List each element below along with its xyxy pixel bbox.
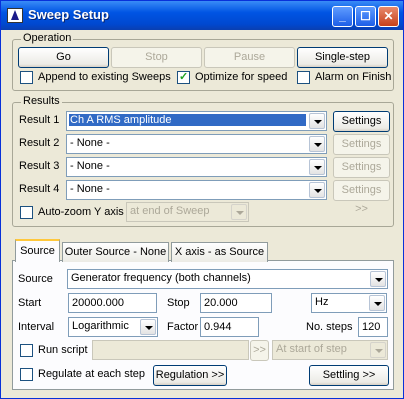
- result-4-label: Result 4: [19, 183, 60, 195]
- optimize-label: Optimize for speed: [195, 71, 288, 83]
- chevron-down-icon[interactable]: [369, 295, 385, 311]
- result-3-label: Result 3: [19, 160, 60, 172]
- result-3-settings-button[interactable]: Settings >>: [333, 157, 390, 192]
- result-2-label: Result 2: [19, 137, 60, 149]
- chevron-down-icon[interactable]: [309, 136, 325, 152]
- source-select[interactable]: Generator frequency (both channels): [67, 269, 388, 289]
- tab-source[interactable]: Source: [15, 239, 60, 262]
- results-group-label: Results: [21, 95, 62, 107]
- unit-select[interactable]: Hz: [311, 293, 387, 313]
- sweep-setup-window: Sweep Setup _ ☐ ✕ Operation Go Stop Paus…: [0, 0, 404, 399]
- go-button[interactable]: Go: [18, 47, 109, 68]
- result-4-settings-button[interactable]: Settings >>: [333, 180, 390, 215]
- source-value: Generator frequency (both channels): [71, 272, 251, 284]
- chevron-down-icon[interactable]: [309, 182, 325, 198]
- source-label: Source: [18, 273, 53, 285]
- unit-value: Hz: [315, 296, 329, 308]
- result-3-value: - None -: [70, 160, 110, 172]
- steps-label: No. steps: [306, 321, 353, 333]
- settling-button[interactable]: Settling >>: [309, 365, 389, 386]
- autozoom-checkbox[interactable]: [20, 206, 33, 219]
- append-checkbox[interactable]: [20, 71, 33, 84]
- alarm-label: Alarm on Finish: [315, 71, 392, 83]
- autozoom-when-select[interactable]: at end of Sweep: [126, 202, 249, 222]
- close-button[interactable]: ✕: [378, 6, 399, 27]
- chevron-down-icon[interactable]: [140, 319, 156, 335]
- chevron-down-icon[interactable]: [309, 113, 325, 129]
- result-2-settings-button[interactable]: Settings >>: [333, 134, 390, 169]
- chevron-down-icon[interactable]: [370, 342, 386, 358]
- regulate-checkbox[interactable]: [20, 368, 33, 381]
- pause-button[interactable]: Pause: [204, 47, 295, 68]
- alarm-checkbox[interactable]: [297, 71, 310, 84]
- maximize-button[interactable]: ☐: [355, 6, 376, 27]
- close-icon: ✕: [383, 9, 394, 23]
- chevron-down-icon[interactable]: [231, 204, 247, 220]
- result-4-select[interactable]: - None -: [66, 180, 327, 200]
- factor-label: Factor: [167, 321, 199, 333]
- start-field[interactable]: 20000.000: [68, 293, 157, 313]
- run-script-label: Run script: [38, 344, 88, 356]
- factor-field[interactable]: 0.944: [200, 317, 259, 337]
- operation-group-label: Operation: [21, 32, 74, 44]
- result-1-settings-button[interactable]: Settings >>: [333, 111, 390, 146]
- result-1-value: Ch A RMS amplitude: [69, 114, 306, 126]
- minimize-icon: _: [339, 9, 346, 23]
- script-path-field[interactable]: [92, 340, 249, 360]
- run-script-checkbox[interactable]: [20, 344, 33, 357]
- result-3-select[interactable]: - None -: [66, 157, 327, 177]
- maximize-icon: ☐: [360, 9, 371, 23]
- tab-outer-source[interactable]: Outer Source - None: [62, 242, 169, 262]
- stop-button[interactable]: Stop: [111, 47, 202, 68]
- result-1-select[interactable]: Ch A RMS amplitude: [66, 111, 327, 131]
- script-when-value: At start of step: [276, 343, 347, 355]
- tab-x-axis[interactable]: X axis - as Source: [171, 242, 268, 262]
- title-bar[interactable]: Sweep Setup _ ☐ ✕: [1, 1, 403, 30]
- steps-field[interactable]: 120: [358, 317, 388, 337]
- regulate-label: Regulate at each step: [38, 368, 146, 380]
- interval-label: Interval: [18, 321, 55, 333]
- stop-field[interactable]: 20.000: [200, 293, 272, 313]
- window-title: Sweep Setup: [28, 7, 109, 22]
- single-step-button[interactable]: Single-step: [297, 47, 388, 68]
- interval-value: Logarithmic: [72, 320, 129, 332]
- result-2-value: - None -: [70, 137, 110, 149]
- minimize-button[interactable]: _: [332, 6, 353, 27]
- result-1-label: Result 1: [19, 114, 60, 126]
- result-2-select[interactable]: - None -: [66, 134, 327, 154]
- interval-select[interactable]: Logarithmic: [68, 317, 158, 337]
- script-when-select[interactable]: At start of step: [272, 340, 388, 360]
- optimize-checkbox[interactable]: [177, 70, 190, 84]
- regulation-button[interactable]: Regulation >>: [153, 365, 227, 386]
- stop-label: Stop: [167, 297, 190, 309]
- chevron-down-icon[interactable]: [370, 271, 386, 287]
- autozoom-label: Auto-zoom Y axis: [38, 206, 124, 218]
- script-browse-button[interactable]: >>: [250, 340, 269, 361]
- autozoom-when-value: at end of Sweep: [130, 205, 210, 217]
- result-4-value: - None -: [70, 183, 110, 195]
- append-label: Append to existing Sweeps: [38, 71, 171, 83]
- chevron-down-icon[interactable]: [309, 159, 325, 175]
- start-label: Start: [18, 297, 42, 309]
- app-icon: [7, 8, 23, 23]
